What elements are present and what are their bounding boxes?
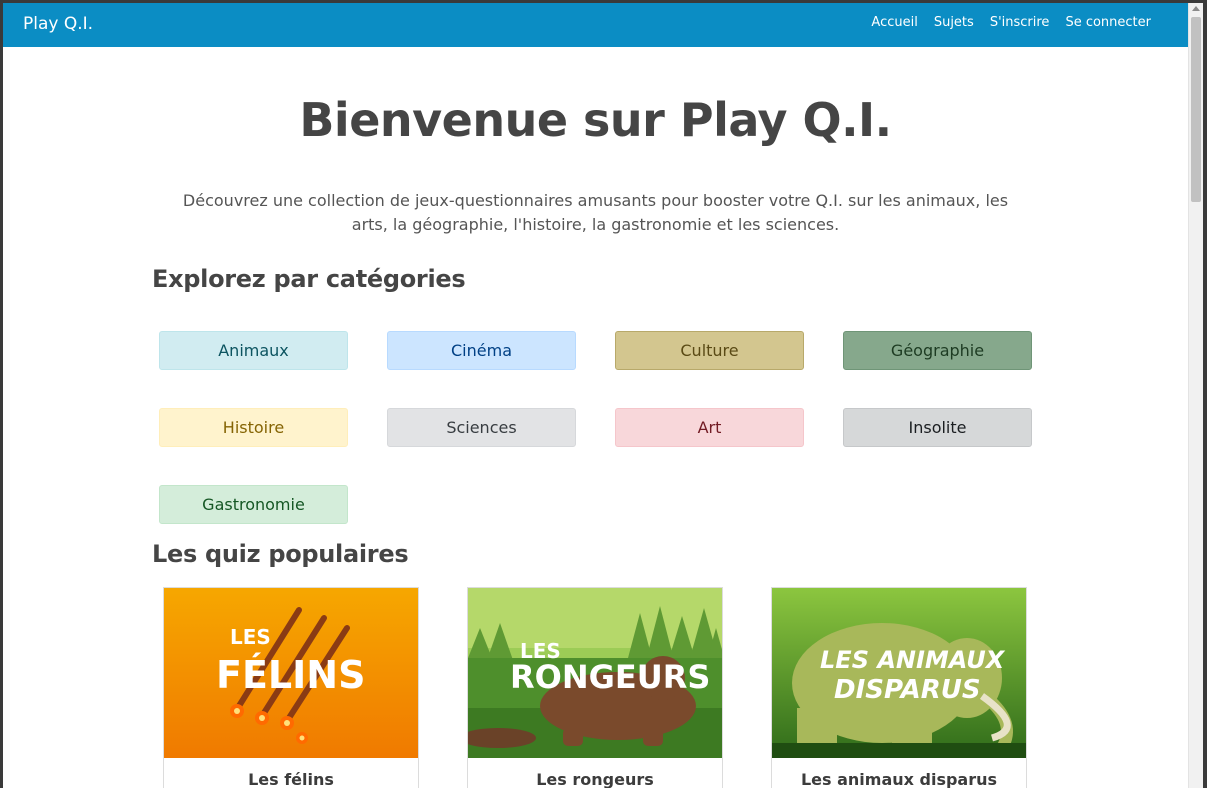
svg-text:DISPARUS: DISPARUS	[834, 675, 981, 705]
intro-text: Découvrez une collection de jeux-questio…	[182, 191, 1009, 234]
vertical-scrollbar[interactable]	[1188, 3, 1203, 788]
category-art[interactable]: Art	[615, 408, 804, 447]
nav-link-connecter[interactable]: Se connecter	[1065, 15, 1151, 30]
nav-links: Accueil Sujets S'inscrire Se connecter	[871, 15, 1151, 30]
category-gastronomie[interactable]: Gastronomie	[159, 485, 348, 524]
quiz-title-rongeurs[interactable]: Les rongeurs	[468, 770, 722, 788]
scroll-up-arrow-icon[interactable]	[1192, 6, 1200, 11]
svg-text:LES ANIMAUX: LES ANIMAUX	[820, 646, 1006, 674]
nav-link-accueil[interactable]: Accueil	[871, 15, 917, 30]
page-title: Bienvenue sur Play Q.I.	[299, 93, 892, 147]
category-geographie[interactable]: Géographie	[843, 331, 1032, 370]
quiz-card-animaux-disparus[interactable]: LES ANIMAUX DISPARUS Les animaux disparu…	[771, 587, 1027, 788]
browser-viewport: Play Q.I. Accueil Sujets S'inscrire Se c…	[3, 3, 1203, 788]
quiz-card-rongeurs[interactable]: LES RONGEURS Les rongeurs	[467, 587, 723, 788]
category-animaux[interactable]: Animaux	[159, 331, 348, 370]
categories-heading: Explorez par catégories	[152, 265, 466, 293]
brand-logo[interactable]: Play Q.I.	[23, 14, 93, 34]
category-histoire[interactable]: Histoire	[159, 408, 348, 447]
popular-quiz-heading: Les quiz populaires	[152, 540, 409, 568]
quiz-card-felins[interactable]: LES FÉLINS Les félins	[163, 587, 419, 788]
svg-text:LES: LES	[230, 625, 271, 649]
scrollbar-thumb[interactable]	[1191, 17, 1201, 202]
top-navbar: Play Q.I. Accueil Sujets S'inscrire Se c…	[3, 3, 1188, 47]
category-insolite[interactable]: Insolite	[843, 408, 1032, 447]
animaux-disparus-illustration[interactable]: LES ANIMAUX DISPARUS	[772, 588, 1026, 758]
nav-link-inscrire[interactable]: S'inscrire	[990, 15, 1050, 30]
svg-text:RONGEURS: RONGEURS	[510, 658, 710, 696]
felins-illustration[interactable]: LES FÉLINS	[164, 588, 418, 758]
category-sciences[interactable]: Sciences	[387, 408, 576, 447]
quiz-title-felins[interactable]: Les félins	[164, 770, 418, 788]
category-cinema[interactable]: Cinéma	[387, 331, 576, 370]
nav-link-sujets[interactable]: Sujets	[934, 15, 974, 30]
svg-text:FÉLINS: FÉLINS	[216, 653, 365, 697]
rongeurs-illustration[interactable]: LES RONGEURS	[468, 588, 722, 758]
quiz-title-animaux-disparus[interactable]: Les animaux disparus	[772, 770, 1026, 788]
category-culture[interactable]: Culture	[615, 331, 804, 370]
